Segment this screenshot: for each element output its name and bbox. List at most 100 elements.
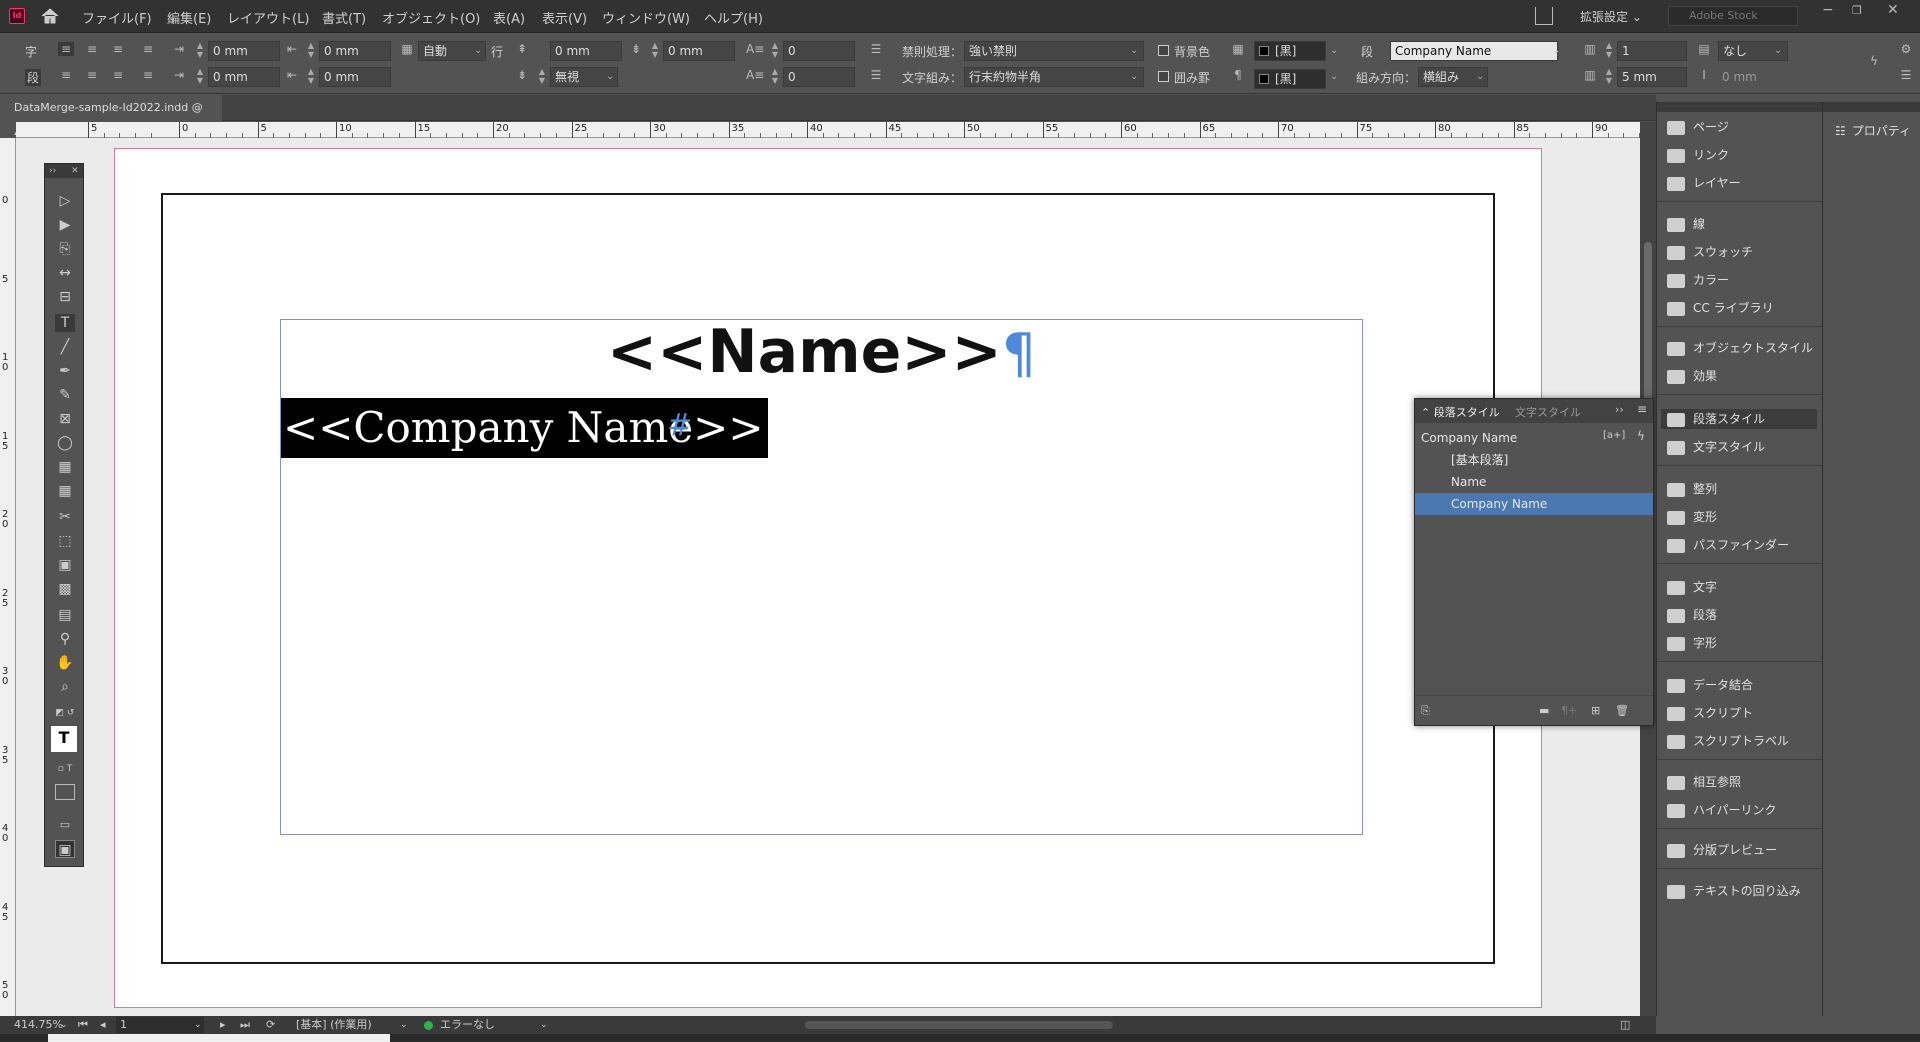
next-page-icon[interactable]: ▸ [220, 1016, 226, 1034]
dock-data-merge[interactable]: データ結合 [1667, 675, 1753, 695]
open-page-icon[interactable]: ⟳ [266, 1016, 275, 1034]
align-center-icon[interactable]: ≡ [84, 42, 100, 56]
menu-edit[interactable]: 編集(E) [167, 8, 211, 27]
para-mode-button[interactable]: 段 [25, 69, 42, 86]
last-page-icon[interactable]: ⏭ [240, 1016, 250, 1034]
content-collector-icon[interactable]: ⊟ [55, 288, 75, 306]
space-after-stepper[interactable]: ▲ ▼ [650, 41, 660, 61]
dock-character[interactable]: 文字 [1667, 577, 1717, 597]
menu-layout[interactable]: レイアウト(L) [227, 8, 309, 27]
tab-paragraph-styles[interactable]: ⌃ 段落スタイル [1421, 404, 1500, 420]
preview-mode-icon[interactable]: ▣ [55, 840, 75, 858]
dock-cc-libraries[interactable]: CC ライブラリ [1667, 298, 1774, 318]
ellipse-tool-icon[interactable]: ◯ [55, 434, 75, 452]
dock-transform[interactable]: 変形 [1667, 507, 1717, 527]
home-icon[interactable] [40, 7, 60, 25]
panel-menu-icon[interactable]: ≡ [1637, 402, 1647, 416]
justify-right-icon[interactable]: ≡ [110, 68, 126, 82]
style-item-name[interactable]: Name [1415, 471, 1653, 493]
dock-paragraph-styles[interactable]: 段落スタイル [1661, 409, 1817, 429]
close-tools-icon[interactable]: ✕ [71, 166, 79, 176]
direct-selection-tool-icon[interactable]: ▶ [55, 216, 75, 234]
dock-script-label[interactable]: スクリプトラベル [1667, 731, 1789, 751]
compose-dir-dropdown-icon[interactable]: ⌄ [1476, 71, 1484, 82]
close-window-button[interactable]: ✕ [1887, 2, 1899, 18]
page-tool-icon[interactable]: ⎘ [55, 240, 75, 258]
dock-effects[interactable]: 効果 [1667, 366, 1717, 386]
last-indent-field[interactable]: 0 mm [319, 67, 391, 87]
fill-stroke-text-icon[interactable]: T [51, 726, 77, 752]
apply-color-icon[interactable] [55, 784, 75, 800]
document-tab[interactable]: DataMerge-sample-Id2022.indd @ 415% ✕ [0, 95, 222, 140]
right-indent-stepper[interactable]: ▲ ▼ [306, 41, 316, 61]
document-canvas[interactable]: <<Name>>¶ <<Company Name>> # [16, 138, 1640, 1016]
mojikumi-select[interactable]: 行末約物半角 [964, 67, 1144, 87]
formatting-container-text-icon[interactable]: ▫ T [55, 760, 75, 778]
scissors-tool-icon[interactable]: ✂ [55, 508, 75, 526]
props-header[interactable] [1823, 102, 1920, 112]
dock-swatches[interactable]: スウォッチ [1667, 242, 1753, 262]
vertical-grid-tool-icon[interactable]: ▦ [55, 482, 75, 500]
border-dropdown-icon[interactable]: ⌄ [1330, 71, 1338, 82]
page-dropdown-icon[interactable]: ⌄ [194, 1016, 202, 1034]
menu-type[interactable]: 書式(T) [322, 8, 366, 27]
align-left-icon[interactable]: ≡ [58, 42, 74, 56]
columns-stepper[interactable]: ▲ ▼ [1604, 41, 1614, 61]
bullets-icon[interactable]: ☰ [868, 42, 884, 56]
tab-character-styles[interactable]: 文字スタイル [1515, 404, 1581, 420]
first-indent-stepper[interactable]: ▲ ▼ [195, 67, 205, 87]
preflight-errors[interactable]: エラーなし [440, 1016, 495, 1034]
dropcap-chars-field[interactable]: 0 [783, 67, 855, 87]
share-icon[interactable] [1535, 7, 1553, 25]
new-style-group-icon[interactable]: [a+] [1603, 430, 1625, 441]
new-style-icon[interactable]: ⊞ [1591, 704, 1600, 717]
hand-tool-icon[interactable]: ✋ [55, 654, 75, 672]
company-merge-field-selected[interactable]: <<Company Name>> [281, 398, 768, 458]
page-number-field[interactable]: 1 [116, 1017, 204, 1033]
menu-help[interactable]: ヘルプ(H) [704, 8, 763, 27]
dock-separations-preview[interactable]: 分版プレビュー [1667, 840, 1777, 860]
dock-links[interactable]: リンク [1667, 145, 1729, 165]
rectangle-frame-tool-icon[interactable]: ⊠ [55, 410, 75, 428]
menu-file[interactable]: ファイル(F) [82, 8, 152, 27]
char-mode-button[interactable]: 字 [25, 43, 37, 60]
profile-dropdown-icon[interactable]: ⌄ [400, 1016, 408, 1034]
bg-color-checkbox[interactable] [1158, 45, 1169, 56]
frame-grid-tool-icon[interactable]: ▦ [55, 458, 75, 476]
border-settings-icon[interactable]: ¶ [1230, 68, 1246, 82]
selection-tool-icon[interactable]: ▷ [55, 192, 75, 210]
mojikumi-dropdown-icon[interactable]: ⌄ [1130, 71, 1138, 82]
clear-overrides-icon[interactable]: ¶+ [1561, 704, 1577, 717]
paragraph-style-dropdown-icon[interactable]: ⌄ [1552, 45, 1560, 56]
right-indent-field[interactable]: 0 mm [319, 41, 391, 61]
style-item-basic[interactable]: [基本段落] [1415, 449, 1653, 471]
eyedropper-tool-icon[interactable]: ⚲ [55, 630, 75, 648]
panel-collapse-icon[interactable]: ›› [1615, 403, 1624, 416]
type-tool-icon[interactable]: T [55, 314, 75, 332]
text-frame[interactable]: <<Name>>¶ <<Company Name>> # [280, 319, 1363, 835]
align-towards-spine-icon[interactable]: ≡ [140, 42, 156, 56]
split-window-icon[interactable]: ◫ [1620, 1016, 1630, 1034]
dock-align[interactable]: 整列 [1667, 479, 1717, 499]
shading-settings-icon[interactable]: ▦ [1230, 42, 1246, 56]
gradient-swatch-tool-icon[interactable]: ▣ [55, 556, 75, 574]
restore-button[interactable]: ❐ [1852, 4, 1862, 17]
last-indent-stepper[interactable]: ▲ ▼ [306, 67, 316, 87]
load-styles-icon[interactable]: ⎘ [1421, 704, 1430, 718]
new-folder-icon[interactable]: ▬ [1539, 704, 1549, 717]
dock-paragraph[interactable]: 段落 [1667, 605, 1717, 625]
border-checkbox[interactable] [1158, 71, 1169, 82]
control-menu-icon[interactable]: ☰ [1898, 68, 1914, 82]
zoom-level[interactable]: 414.75% [14, 1016, 63, 1034]
gutter-stepper[interactable]: ▲ ▼ [1604, 67, 1614, 87]
horizontal-ruler[interactable]: 5 0 5 10 15 20 25 30 35 40 45 50 55 60 65 70 75 80 85 90 [16, 122, 1656, 138]
lightning-icon[interactable]: ϟ [1866, 54, 1882, 68]
left-indent-field[interactable]: 0 mm [208, 41, 280, 61]
numbering-icon[interactable]: ☰ [868, 68, 884, 82]
leading-dropdown-icon[interactable]: ⌄ [474, 45, 482, 56]
kinsoku-select[interactable]: 強い禁則 [964, 41, 1144, 61]
border-swatch-select[interactable]: [黒] [1254, 69, 1326, 89]
first-page-icon[interactable]: ⏮ [78, 1016, 88, 1034]
menu-view[interactable]: 表示(V) [542, 8, 587, 27]
dock-pages[interactable]: ページ [1667, 117, 1729, 137]
